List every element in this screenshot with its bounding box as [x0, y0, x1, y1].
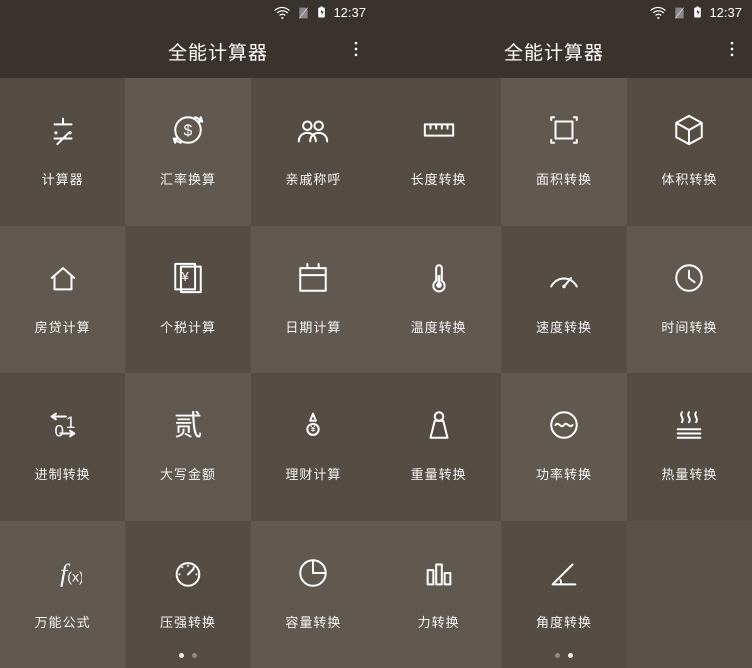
tile-label: 速度转换	[536, 317, 592, 336]
tile-label: 温度转换	[411, 317, 467, 336]
wifi-icon	[273, 5, 291, 21]
battery-icon	[316, 4, 327, 21]
date-icon	[289, 257, 337, 299]
tile-label: 万能公式	[35, 612, 91, 631]
tile-cn-amount[interactable]: 大写金额	[125, 373, 250, 521]
tile-calculator[interactable]: 计算器	[0, 78, 125, 226]
status-bar: 12:37	[0, 0, 376, 25]
tile-temperature[interactable]: 温度转换	[376, 226, 501, 374]
tile-label: 进制转换	[35, 464, 91, 483]
heat-icon	[665, 404, 713, 446]
phone-screen-right: 12:37 全能计算器 长度转换 面积转换 体积转换温度转换 速度转换 时间转换重量转换…	[376, 0, 752, 668]
page-dot	[568, 653, 573, 658]
volume-cap-icon	[289, 552, 337, 594]
tile-speed[interactable]: 速度转换	[501, 226, 626, 374]
page-dot	[555, 653, 560, 658]
tile-length[interactable]: 长度转换	[376, 78, 501, 226]
formula-icon	[39, 552, 87, 594]
phone-screen-left: 12:37 全能计算器 计算器 汇率换算 亲戚称呼房贷计算 个税计算 日期计算进制转换 大…	[0, 0, 376, 668]
app-title: 全能计算器	[504, 38, 604, 65]
tile-label: 个税计算	[160, 317, 216, 336]
tile-currency[interactable]: 汇率换算	[125, 78, 250, 226]
page-dot	[179, 653, 184, 658]
tile-label: 热量转换	[661, 464, 717, 483]
more-menu-button[interactable]	[722, 38, 742, 65]
relatives-icon	[289, 109, 337, 151]
tile-label: 功率转换	[536, 464, 592, 483]
page-indicator	[376, 646, 752, 664]
app-bar: 全能计算器	[376, 25, 752, 78]
tool-grid: 长度转换 面积转换 体积转换温度转换 速度转换 时间转换重量转换 功率转换 热量转换力转换 角…	[376, 78, 752, 668]
angle-icon	[540, 552, 588, 594]
page-dot	[192, 653, 197, 658]
force-icon	[415, 552, 463, 594]
volume-icon	[665, 109, 713, 151]
tile-label: 大写金额	[160, 464, 216, 483]
pressure-icon	[164, 552, 212, 594]
tile-label: 房贷计算	[35, 317, 91, 336]
cn-amount-icon	[164, 404, 212, 446]
tile-label: 重量转换	[411, 464, 467, 483]
wifi-icon	[649, 5, 667, 21]
page-indicator	[0, 646, 376, 664]
tile-heat[interactable]: 热量转换	[627, 373, 752, 521]
clock: 12:37	[333, 5, 366, 20]
tile-label: 面积转换	[536, 169, 592, 188]
tax-icon	[164, 257, 212, 299]
tile-tax[interactable]: 个税计算	[125, 226, 250, 374]
calculator-icon	[39, 109, 87, 151]
tool-grid: 计算器 汇率换算 亲戚称呼房贷计算 个税计算 日期计算进制转换 大写金额 理财计算万能公式 压…	[0, 78, 376, 668]
tile-label: 亲戚称呼	[285, 169, 341, 188]
tile-label: 日期计算	[285, 317, 341, 336]
tile-label: 计算器	[42, 169, 84, 188]
tile-label: 长度转换	[411, 169, 467, 188]
mortgage-icon	[39, 257, 87, 299]
temperature-icon	[415, 257, 463, 299]
tile-area[interactable]: 面积转换	[501, 78, 626, 226]
time-icon	[665, 257, 713, 299]
tile-date[interactable]: 日期计算	[251, 226, 376, 374]
tile-label: 体积转换	[661, 169, 717, 188]
finance-icon	[289, 404, 337, 446]
tile-radix[interactable]: 进制转换	[0, 373, 125, 521]
speed-icon	[540, 257, 588, 299]
tile-power[interactable]: 功率转换	[501, 373, 626, 521]
tile-time[interactable]: 时间转换	[627, 226, 752, 374]
tile-label: 时间转换	[661, 317, 717, 336]
tile-label: 容量转换	[285, 612, 341, 631]
radix-icon	[39, 404, 87, 446]
clock: 12:37	[709, 5, 742, 20]
status-bar: 12:37	[376, 0, 752, 25]
app-bar: 全能计算器	[0, 25, 376, 78]
tile-label: 汇率换算	[160, 169, 216, 188]
sim-icon	[297, 5, 310, 21]
tile-relatives[interactable]: 亲戚称呼	[251, 78, 376, 226]
sim-icon	[673, 5, 686, 21]
more-menu-button[interactable]	[346, 38, 366, 65]
tile-mortgage[interactable]: 房贷计算	[0, 226, 125, 374]
area-icon	[540, 109, 588, 151]
battery-icon	[692, 4, 703, 21]
tile-label: 理财计算	[285, 464, 341, 483]
power-icon	[540, 404, 588, 446]
length-icon	[415, 109, 463, 151]
currency-icon	[164, 109, 212, 151]
tile-label: 压强转换	[160, 612, 216, 631]
app-title: 全能计算器	[168, 38, 268, 65]
tile-volume[interactable]: 体积转换	[627, 78, 752, 226]
tile-weight[interactable]: 重量转换	[376, 373, 501, 521]
tile-label: 角度转换	[536, 612, 592, 631]
tile-label: 力转换	[418, 612, 460, 631]
tile-finance[interactable]: 理财计算	[251, 373, 376, 521]
weight-icon	[415, 404, 463, 446]
